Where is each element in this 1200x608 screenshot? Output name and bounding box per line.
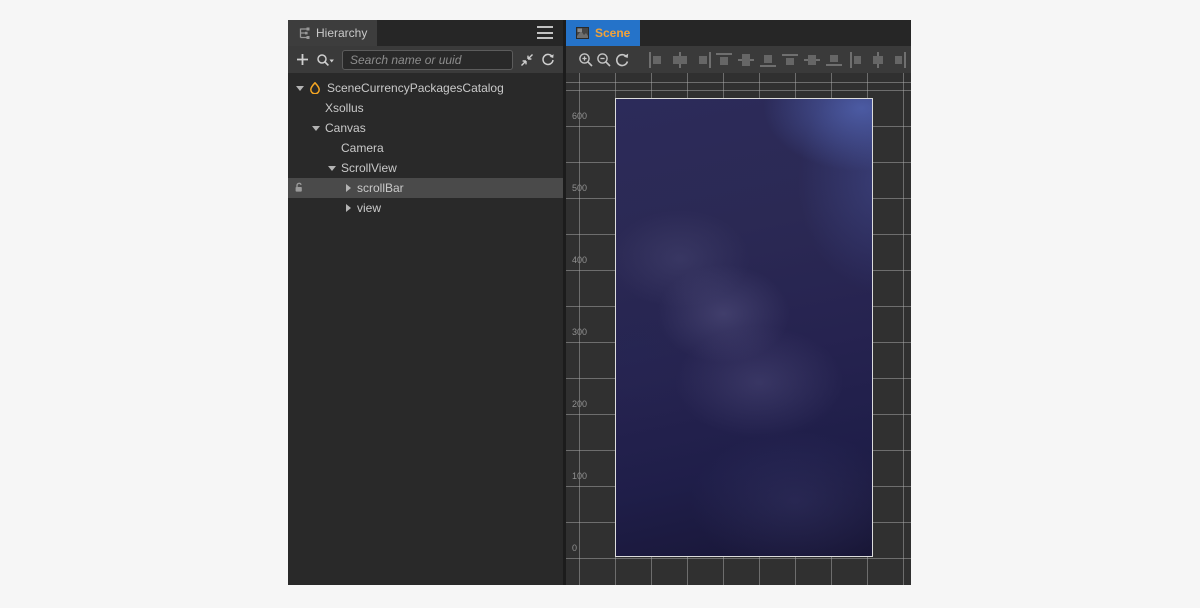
tree-row-xsollus[interactable]: Xsollus: [288, 98, 563, 118]
reset-view-button[interactable]: [613, 49, 630, 71]
plus-icon: [296, 53, 309, 66]
tree-row-scenecurrencypackagescatalog[interactable]: SceneCurrencyPackagesCatalog: [288, 78, 563, 98]
tree-row-camera[interactable]: Camera: [288, 138, 563, 158]
magnifier-dropdown-icon: [316, 53, 335, 67]
align-left-icon[interactable]: [647, 49, 669, 71]
tree-item-label: scrollBar: [357, 181, 404, 195]
align-center-icon[interactable]: [669, 49, 691, 71]
search-filter-button[interactable]: [316, 53, 335, 67]
tree-item-label: ScrollView: [341, 161, 397, 175]
alignment-tools: [647, 49, 911, 71]
expander-expanded-icon[interactable]: [294, 86, 306, 91]
tree-item-label: Camera: [341, 141, 384, 155]
zoom-out-icon: [596, 52, 612, 68]
collapse-all-icon: [520, 53, 534, 67]
tree-row-canvas[interactable]: Canvas: [288, 118, 563, 138]
ruler-label-300: 300: [572, 327, 587, 337]
refresh-button[interactable]: [541, 53, 555, 67]
lock-open-icon[interactable]: [293, 182, 305, 194]
ruler-label-100: 100: [572, 471, 587, 481]
scene-canvas-preview[interactable]: [615, 98, 873, 557]
ruler-label-600: 600: [572, 111, 587, 121]
zoom-in-icon: [578, 52, 594, 68]
align-middle-icon[interactable]: [735, 49, 757, 71]
distribute-middle-icon[interactable]: [801, 49, 823, 71]
tab-scene[interactable]: Scene: [566, 20, 640, 46]
scene-tab-label: Scene: [595, 26, 630, 40]
tree-row-view[interactable]: view: [288, 198, 563, 218]
collapse-all-button[interactable]: [520, 53, 534, 67]
tree-row-scrollbar[interactable]: scrollBar: [288, 178, 563, 198]
hamburger-icon[interactable]: [537, 26, 553, 39]
ruler-label-500: 500: [572, 183, 587, 193]
hierarchy-panel: Hierarchy: [288, 20, 563, 585]
tab-hierarchy[interactable]: Hierarchy: [288, 20, 377, 46]
distribute-center-icon[interactable]: [867, 49, 889, 71]
ruler-label-400: 400: [572, 255, 587, 265]
distribute-top-icon[interactable]: [779, 49, 801, 71]
search-input[interactable]: [342, 50, 513, 70]
scene-header: Scene: [566, 20, 911, 46]
expander-collapsed-icon[interactable]: [342, 204, 354, 212]
add-node-button[interactable]: [296, 53, 309, 66]
expander-expanded-icon[interactable]: [310, 126, 322, 131]
tree-row-scrollview[interactable]: ScrollView: [288, 158, 563, 178]
scene-viewport[interactable]: 600 500 400 300 200 100 0: [566, 73, 911, 585]
ruler-label-200: 200: [572, 399, 587, 409]
scene-image-icon: [576, 27, 589, 39]
search-input-wrap: [342, 50, 513, 70]
editor-window: Hierarchy: [288, 20, 911, 585]
ruler-label-0: 0: [572, 543, 577, 553]
scene-panel: Scene: [563, 20, 911, 585]
reset-rotation-icon: [614, 52, 630, 68]
distribute-left-icon[interactable]: [845, 49, 867, 71]
align-bottom-icon[interactable]: [757, 49, 779, 71]
hierarchy-tree-icon: [298, 27, 310, 39]
tree-item-label: Canvas: [325, 121, 366, 135]
tree-item-label: SceneCurrencyPackagesCatalog: [327, 81, 504, 95]
align-right-icon[interactable]: [691, 49, 713, 71]
tree-item-label: view: [357, 201, 381, 215]
distribute-right-icon[interactable]: [889, 49, 911, 71]
expander-collapsed-icon[interactable]: [342, 184, 354, 192]
tree-item-label: Xsollus: [325, 101, 364, 115]
distribute-bottom-icon[interactable]: [823, 49, 845, 71]
scene-flame-icon: [308, 82, 321, 94]
zoom-in-button[interactable]: [578, 49, 595, 71]
zoom-out-button[interactable]: [596, 49, 613, 71]
hierarchy-tree: SceneCurrencyPackagesCatalog Xsollus Canva…: [288, 73, 563, 585]
expander-expanded-icon[interactable]: [326, 166, 338, 171]
hierarchy-header: Hierarchy: [288, 20, 563, 46]
scene-toolbar: [566, 46, 911, 73]
refresh-icon: [541, 53, 555, 67]
align-top-icon[interactable]: [713, 49, 735, 71]
hierarchy-toolbar: [288, 46, 563, 73]
hierarchy-tab-label: Hierarchy: [316, 26, 367, 40]
